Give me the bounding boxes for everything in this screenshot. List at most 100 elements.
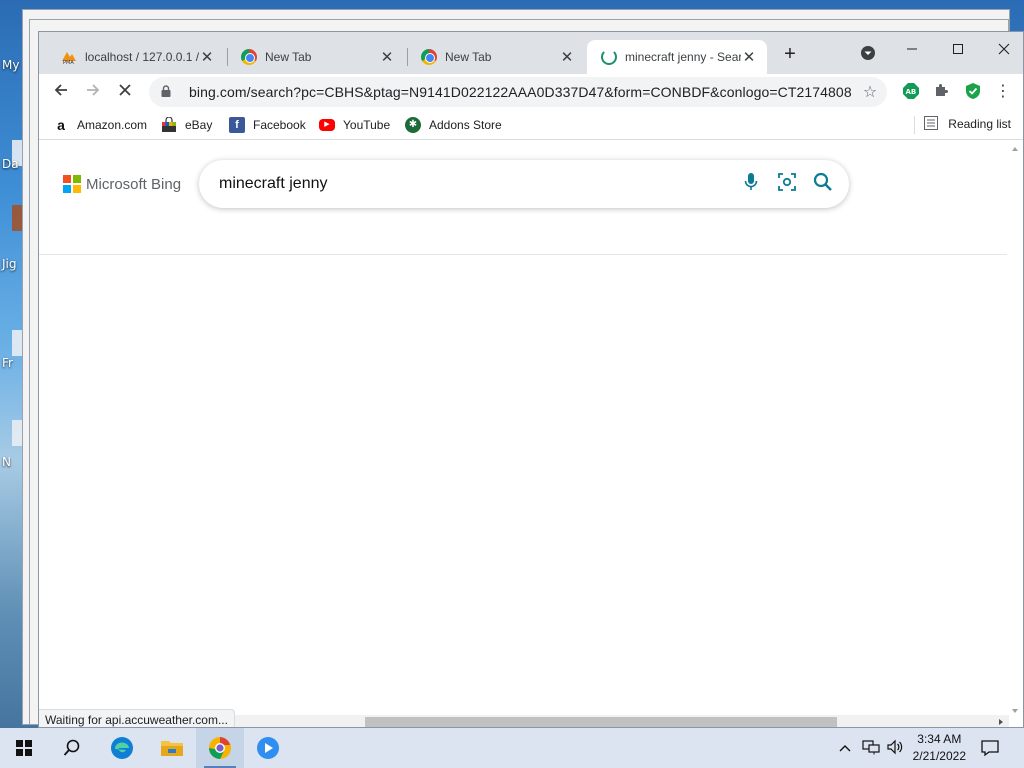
system-tray bbox=[838, 728, 904, 768]
bookmark-label: YouTube bbox=[343, 118, 391, 132]
minimize-button[interactable] bbox=[889, 36, 935, 64]
reading-list-label: Reading list bbox=[948, 117, 1011, 131]
new-tab-button[interactable]: + bbox=[767, 40, 813, 68]
search-input[interactable] bbox=[219, 175, 733, 193]
tab-title: localhost / 127.0.0.1 / bbox=[85, 50, 199, 64]
close-tab-icon[interactable]: ✕ bbox=[559, 48, 575, 66]
tab-title: New Tab bbox=[265, 50, 312, 64]
maximize-button[interactable] bbox=[935, 36, 981, 64]
clock-date: 2/21/2022 bbox=[912, 749, 966, 763]
taskbar-edge[interactable] bbox=[98, 728, 146, 768]
maximize-icon bbox=[953, 44, 963, 54]
page-content: Microsoft Bing bbox=[39, 141, 1009, 715]
desktop-icon-label[interactable]: Jig bbox=[2, 257, 17, 271]
desktop-icon[interactable] bbox=[12, 420, 22, 446]
edge-icon bbox=[111, 737, 133, 759]
scroll-up-icon[interactable] bbox=[1007, 143, 1023, 155]
lock-icon[interactable] bbox=[161, 84, 175, 100]
close-tab-icon[interactable]: ✕ bbox=[741, 48, 757, 66]
folder-icon bbox=[161, 741, 183, 756]
desktop-icon-label[interactable]: Fr bbox=[2, 356, 13, 370]
extensions-puzzle-icon[interactable] bbox=[931, 82, 951, 102]
start-button[interactable] bbox=[0, 728, 48, 768]
scroll-down-icon[interactable] bbox=[1007, 705, 1023, 717]
browser-window: PMA localhost / 127.0.0.1 / ✕ New Tab ✕ … bbox=[38, 31, 1024, 728]
star-icon[interactable]: ☆ bbox=[853, 82, 887, 102]
svg-text:AB: AB bbox=[906, 88, 917, 96]
bookmark-label: Amazon.com bbox=[77, 118, 148, 132]
desktop-icon[interactable] bbox=[12, 205, 22, 231]
ebay-icon bbox=[161, 116, 177, 133]
close-tab-icon[interactable]: ✕ bbox=[199, 48, 215, 66]
desktop-icon-label[interactable]: My bbox=[2, 58, 19, 72]
bing-header: Microsoft Bing bbox=[39, 141, 1009, 255]
windows-logo-icon bbox=[16, 740, 32, 756]
tab-new-tab[interactable]: New Tab ✕ bbox=[407, 40, 585, 74]
bing-search-box bbox=[199, 160, 849, 208]
desktop-icon-label[interactable]: Da bbox=[2, 157, 19, 171]
network-icon[interactable] bbox=[862, 739, 880, 758]
close-tab-icon[interactable]: ✕ bbox=[379, 48, 395, 66]
taskbar-file-explorer[interactable] bbox=[148, 728, 196, 768]
desktop-icon-label[interactable]: N bbox=[2, 455, 11, 469]
search-icon[interactable] bbox=[805, 172, 841, 197]
scroll-right-icon[interactable] bbox=[995, 715, 1007, 728]
desktop-icon[interactable] bbox=[12, 330, 22, 356]
tab-title: minecraft jenny - Sear bbox=[625, 50, 741, 64]
phpmyadmin-icon: PMA bbox=[61, 49, 77, 66]
taskbar-browser[interactable] bbox=[196, 728, 244, 768]
address-bar[interactable]: bing.com/search?pc=CBHS&ptag=N9141D02212… bbox=[149, 77, 887, 107]
back-button[interactable] bbox=[49, 80, 73, 104]
bookmarks-bar: a Amazon.com eBay f Facebook ▶ YouTube ✱… bbox=[39, 110, 1023, 140]
reading-list-icon bbox=[924, 116, 940, 132]
logo-text: Microsoft Bing bbox=[86, 175, 182, 193]
chrome-icon bbox=[241, 49, 257, 65]
bookmark-addons-store[interactable]: ✱ Addons Store bbox=[405, 116, 502, 134]
bookmark-facebook[interactable]: f Facebook bbox=[229, 116, 306, 134]
search-icon bbox=[63, 739, 80, 756]
tab-title: New Tab bbox=[445, 50, 492, 64]
adblock-extension-icon[interactable]: AB bbox=[901, 82, 921, 102]
taskbar-clock[interactable]: 3:34 AM 2/21/2022 bbox=[913, 731, 966, 765]
bookmark-amazon[interactable]: a Amazon.com bbox=[53, 116, 147, 134]
microsoft-bing-logo[interactable]: Microsoft Bing bbox=[63, 175, 181, 193]
chevron-up-icon[interactable] bbox=[838, 740, 852, 756]
forward-button[interactable] bbox=[81, 80, 105, 104]
vertical-scrollbar[interactable] bbox=[1007, 141, 1023, 715]
chevron-down-icon bbox=[861, 46, 875, 60]
chrome-icon bbox=[421, 49, 437, 65]
amazon-icon: a bbox=[57, 117, 65, 133]
bookmark-ebay[interactable]: eBay bbox=[161, 116, 212, 134]
clock-time: 3:34 AM bbox=[917, 732, 962, 746]
svg-text:PMA: PMA bbox=[63, 60, 74, 65]
address-url[interactable]: bing.com/search?pc=CBHS&ptag=N9141D02212… bbox=[189, 84, 853, 100]
volume-icon[interactable] bbox=[886, 739, 904, 758]
reading-list-button[interactable]: Reading list bbox=[924, 116, 1011, 132]
close-window-button[interactable] bbox=[981, 36, 1023, 64]
status-bubble: Waiting for api.accuweather.com... bbox=[39, 709, 235, 727]
tab-localhost[interactable]: PMA localhost / 127.0.0.1 / ✕ bbox=[47, 40, 225, 74]
bookmark-label: Addons Store bbox=[429, 118, 502, 132]
youtube-icon: ▶ bbox=[319, 119, 335, 131]
bookmark-youtube[interactable]: ▶ YouTube bbox=[319, 116, 390, 134]
minimize-icon bbox=[907, 48, 917, 50]
close-icon bbox=[119, 84, 131, 96]
microphone-icon[interactable] bbox=[733, 172, 769, 197]
bookmark-label: eBay bbox=[185, 118, 213, 132]
shield-check-icon[interactable] bbox=[963, 82, 983, 102]
notifications-button[interactable] bbox=[980, 728, 1000, 768]
taskbar-app[interactable] bbox=[244, 728, 292, 768]
arrow-left-icon bbox=[54, 84, 67, 96]
tab-search-button[interactable] bbox=[845, 42, 891, 70]
stop-loading-button[interactable] bbox=[113, 80, 137, 104]
more-menu-icon[interactable]: ⋮ bbox=[993, 82, 1013, 102]
bookmarks-divider bbox=[914, 116, 915, 134]
browser-toolbar: bing.com/search?pc=CBHS&ptag=N9141D02212… bbox=[39, 74, 1023, 110]
taskbar-search-button[interactable] bbox=[48, 728, 96, 768]
tab-new-tab[interactable]: New Tab ✕ bbox=[227, 40, 405, 74]
horizontal-scroll-thumb[interactable] bbox=[365, 717, 837, 727]
addons-store-icon: ✱ bbox=[405, 117, 421, 133]
facebook-icon: f bbox=[229, 117, 245, 133]
tab-minecraft-jenny[interactable]: minecraft jenny - Sear ✕ bbox=[587, 40, 767, 74]
visual-search-icon[interactable] bbox=[769, 172, 805, 197]
